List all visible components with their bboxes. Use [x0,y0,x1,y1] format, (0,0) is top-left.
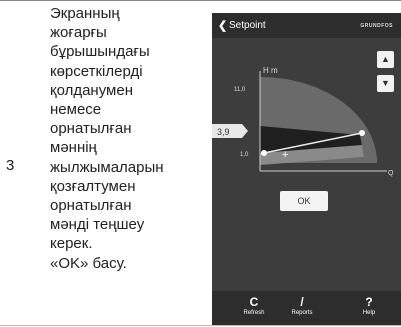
max-label: 11,0 [234,87,246,93]
screen-title: Setpoint [229,20,266,31]
top-rule [0,0,401,1]
h-axis-label: H m [263,66,278,75]
help-label: Help [362,310,376,316]
instruction-line: керек. [50,235,93,253]
chevron-left-icon[interactable]: ❮ [218,19,227,32]
app-footer: C Refresh / Reports ? Help [212,291,401,325]
instruction-line: жылжымаларын [50,158,164,176]
step-number: 3 [6,157,15,174]
min-label: 1,0 [240,152,249,158]
ok-button[interactable]: OK [280,191,328,211]
instruction-line: бұрышындағы [50,43,150,61]
bottom-rule [0,325,401,326]
instruction-line: жоғарғы [50,24,107,42]
refresh-button[interactable]: C Refresh [234,295,274,317]
step-instructions: Экранның жоғарғы бұрышындағы көрсеткілер… [50,4,210,273]
setpoint-chart: 3,9 H m 11,0 1,0 Q + [212,66,394,177]
setpoint-value: 3,9 [217,127,230,137]
instruction-line: қолданумен [50,81,133,99]
question-icon: ? [365,295,373,309]
app-screenshot: ❮ Setpoint GRUNDFOS ▲ ▼ 3,9 H m 11,0 1,0… [212,13,401,325]
instruction-line: қозғалтумен [50,177,136,195]
setpoint-handle-left [261,150,267,156]
refresh-icon: C [249,295,259,309]
plus-icon: + [282,149,288,161]
instruction-line: көрсеткілерді [50,62,143,80]
instruction-line: «OK» басу. [50,254,127,272]
instruction-line: Экранның [50,5,120,22]
setpoint-handle-right [359,130,365,136]
instruction-line: орнатылған [50,120,132,138]
help-button[interactable]: ? Help [349,295,389,317]
reports-label: Reports [291,310,313,316]
app-header: ❮ Setpoint GRUNDFOS [212,13,401,38]
instruction-line: мәнді теңшеу [50,216,145,234]
pencil-icon: / [300,295,304,309]
q-axis-label: Q [388,170,394,177]
reports-button[interactable]: / Reports [282,295,322,317]
refresh-label: Refresh [243,310,265,316]
instruction-line: немесе [50,101,102,119]
brand-logo: GRUNDFOS [360,23,393,29]
instruction-line: орнатылған [50,197,132,215]
instruction-line: мәннің [50,139,97,157]
